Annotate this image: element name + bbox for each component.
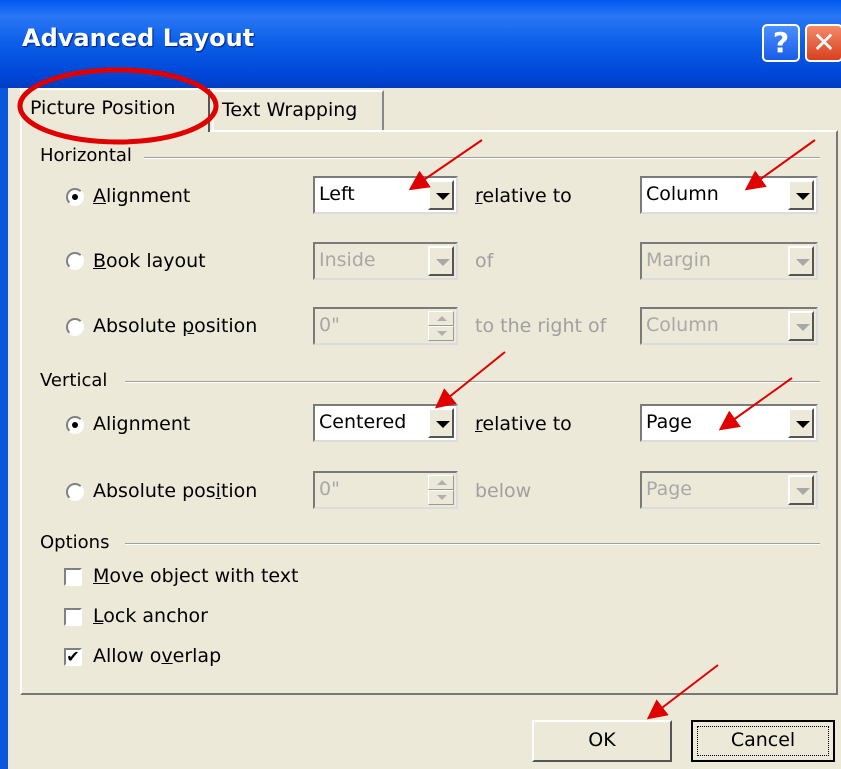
vertical-absolute-position-spinner[interactable]: 0" (313, 471, 458, 509)
close-button[interactable]: ✕ (805, 24, 841, 62)
horizontal-relative-select[interactable]: Column (640, 176, 818, 214)
lock-anchor-label: Lock anchor (93, 605, 208, 627)
horizontal-absolute-position-radio[interactable] (66, 318, 84, 336)
chevron-down-icon[interactable] (428, 246, 454, 276)
vertical-absolute-relative-value: Page (646, 478, 692, 500)
options-separator (125, 543, 820, 545)
vertical-absolute-relative-select[interactable]: Page (640, 471, 818, 509)
horizontal-absolute-position-value: 0" (319, 314, 340, 336)
spin-down-icon[interactable] (428, 326, 454, 341)
horizontal-alignment-label: Alignment (93, 185, 191, 207)
book-layout-select[interactable]: Inside (313, 242, 458, 280)
chevron-down-icon[interactable] (428, 408, 454, 438)
vertical-alignment-label: Alignment (93, 413, 191, 435)
chevron-down-icon[interactable] (788, 475, 814, 505)
move-with-text-checkbox[interactable] (64, 568, 82, 586)
book-layout-relative-select[interactable]: Margin (640, 242, 818, 280)
options-section-label: Options (40, 532, 118, 553)
ok-button[interactable]: OK (532, 720, 672, 762)
horizontal-absolute-position-label: Absolute position (93, 315, 258, 337)
lock-anchor-checkbox[interactable] (64, 608, 82, 626)
vertical-relative-label: relative to (475, 413, 572, 435)
vertical-alignment-select[interactable]: Centered (313, 404, 458, 442)
horizontal-separator (144, 157, 820, 159)
vertical-absolute-position-value: 0" (319, 478, 340, 500)
chevron-down-icon[interactable] (788, 311, 814, 341)
allow-overlap-checkbox[interactable]: ✔ (64, 648, 82, 666)
horizontal-relative-value: Column (646, 183, 719, 205)
allow-overlap-label: Allow overlap (93, 645, 222, 667)
window-title: Advanced Layout (22, 24, 255, 52)
vertical-section-label: Vertical (40, 370, 116, 391)
vertical-separator (125, 381, 820, 383)
tab-picture-position[interactable]: Picture Position (20, 88, 210, 132)
horizontal-alignment-value: Left (319, 183, 355, 205)
vertical-absolute-relation-label: below (475, 480, 532, 502)
vertical-alignment-radio[interactable] (66, 416, 84, 434)
horizontal-absolute-relative-select[interactable]: Column (640, 307, 818, 345)
move-with-text-label: Move object with text (93, 565, 299, 587)
chevron-down-icon[interactable] (428, 180, 454, 210)
vertical-relative-select[interactable]: Page (640, 404, 818, 442)
chevron-down-icon[interactable] (788, 246, 814, 276)
focus-rectangle (697, 726, 829, 756)
vertical-absolute-position-radio[interactable] (66, 483, 84, 501)
vertical-alignment-value: Centered (319, 411, 407, 433)
spin-up-icon[interactable] (428, 475, 454, 490)
horizontal-relative-label: relative to (475, 185, 572, 207)
spin-down-icon[interactable] (428, 490, 454, 505)
horizontal-absolute-relation-label: to the right of (475, 315, 607, 337)
tab-text-wrapping[interactable]: Text Wrapping (212, 90, 384, 130)
horizontal-section-label: Horizontal (40, 145, 140, 166)
spin-up-icon[interactable] (428, 311, 454, 326)
chevron-down-icon[interactable] (788, 180, 814, 210)
book-layout-radio[interactable] (66, 252, 84, 270)
checkmark-icon: ✔ (66, 647, 80, 666)
vertical-relative-value: Page (646, 411, 692, 433)
chevron-down-icon[interactable] (788, 408, 814, 438)
book-layout-relation-label: of (475, 250, 494, 272)
title-bar[interactable]: Advanced Layout ? ✕ (0, 0, 841, 88)
help-button[interactable]: ? (762, 24, 800, 62)
book-layout-relative-value: Margin (646, 249, 711, 271)
cancel-button[interactable]: Cancel (691, 720, 835, 762)
horizontal-alignment-select[interactable]: Left (313, 176, 458, 214)
horizontal-absolute-position-spinner[interactable]: 0" (313, 307, 458, 345)
book-layout-label: Book layout (93, 250, 206, 272)
vertical-absolute-position-label: Absolute position (93, 480, 258, 502)
horizontal-alignment-radio[interactable] (66, 188, 84, 206)
horizontal-absolute-relative-value: Column (646, 314, 719, 336)
book-layout-value: Inside (319, 249, 376, 271)
